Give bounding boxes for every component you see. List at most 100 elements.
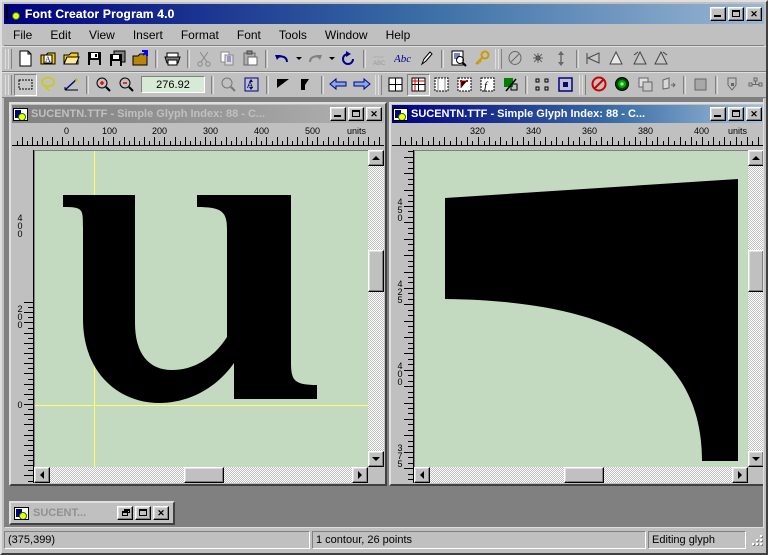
minimized-window-restore[interactable]: [117, 506, 133, 520]
scroll-right-button[interactable]: [732, 467, 748, 483]
install-font-icon[interactable]: [129, 48, 152, 70]
glyph-window-right-maximize[interactable]: [728, 107, 744, 121]
show-guides-icon[interactable]: [407, 73, 430, 96]
stretch-icon[interactable]: [550, 48, 573, 70]
toolbar-grip[interactable]: [5, 48, 12, 69]
open-font-icon[interactable]: A: [37, 48, 60, 70]
scroll-left-button[interactable]: [414, 467, 430, 483]
open-folder-icon[interactable]: [60, 48, 83, 70]
copy-icon[interactable]: [216, 48, 239, 70]
connect-points-icon[interactable]: [744, 74, 767, 96]
horizontal-ruler-right[interactable]: 320 340 360 380 400 units: [392, 124, 763, 150]
spelling-icon[interactable]: ~~~ ABC: [369, 48, 392, 70]
menu-item-tools[interactable]: Tools: [270, 26, 316, 44]
menu-item-format[interactable]: Format: [172, 26, 228, 44]
vertical-ruler-right[interactable]: 450 425 400 375: [392, 150, 414, 483]
eraser-icon[interactable]: [504, 48, 527, 70]
vertical-ruler-left[interactable]: 400 200 0: [12, 150, 34, 483]
rotate-left-icon[interactable]: [628, 48, 651, 70]
show-points-icon[interactable]: [453, 74, 476, 96]
scroll-down-button[interactable]: [368, 451, 384, 467]
new-icon[interactable]: [14, 48, 37, 70]
no-snap-icon[interactable]: [588, 74, 611, 96]
solid-fill-icon[interactable]: [689, 74, 712, 96]
next-glyph-icon[interactable]: [350, 74, 373, 96]
abc-icon[interactable]: Abc: [392, 48, 415, 70]
select-tool-icon[interactable]: [14, 73, 37, 96]
vertical-scrollbar-left[interactable]: [368, 150, 384, 467]
glyph-window-left[interactable]: SUCENTN.TTF - Simple Glyph Index: 88 - C…: [9, 102, 387, 486]
glyph-toolbar-grip[interactable]: [5, 74, 12, 95]
minimized-window-maximize[interactable]: [135, 506, 151, 520]
menu-item-insert[interactable]: Insert: [124, 26, 172, 44]
horizontal-scroll-thumb[interactable]: [564, 467, 604, 483]
minimize-button[interactable]: [710, 7, 726, 21]
zoom-tool-icon[interactable]: [217, 74, 240, 96]
transform-icon[interactable]: [527, 48, 550, 70]
glyph-window-left-close[interactable]: ✕: [366, 107, 382, 121]
undo-dropdown-arrow[interactable]: [294, 48, 304, 70]
menu-item-file[interactable]: File: [4, 26, 41, 44]
preview-icon[interactable]: [447, 48, 470, 70]
glyph-window-right-minimize[interactable]: [710, 107, 726, 121]
glyph-canvas-left[interactable]: [34, 150, 368, 467]
glyph-window-left-minimize[interactable]: [330, 107, 346, 121]
cut-icon[interactable]: [193, 48, 216, 70]
vertical-scroll-thumb[interactable]: [368, 250, 384, 292]
save-icon[interactable]: [83, 48, 106, 70]
horizontal-scrollbar-right[interactable]: [414, 467, 748, 483]
key-icon[interactable]: [470, 48, 493, 70]
menu-item-help[interactable]: Help: [377, 26, 420, 44]
glyph-window-left-titlebar[interactable]: SUCENTN.TTF - Simple Glyph Index: 88 - C…: [12, 105, 384, 123]
maximize-button[interactable]: [728, 7, 744, 21]
scroll-up-button[interactable]: [368, 150, 384, 166]
close-button[interactable]: ✕: [746, 7, 762, 21]
show-outline-icon[interactable]: f: [476, 74, 499, 96]
scroll-down-button[interactable]: [748, 451, 763, 467]
fit-window-icon[interactable]: A: [240, 74, 263, 96]
flip-horizontal-icon[interactable]: [582, 48, 605, 70]
glyph-window-right-titlebar[interactable]: SUCENTN.TTF - Simple Glyph Index: 88 - C…: [392, 105, 763, 123]
scroll-up-button[interactable]: [748, 150, 763, 166]
view-toolbar-grip[interactable]: [375, 74, 382, 95]
previous-glyph-icon[interactable]: [327, 74, 350, 96]
minimized-window-close[interactable]: ✕: [153, 506, 169, 520]
glyph-window-left-maximize[interactable]: [348, 107, 364, 121]
menu-item-window[interactable]: Window: [316, 26, 377, 44]
menu-item-edit[interactable]: Edit: [41, 26, 80, 44]
show-grid-icon[interactable]: [384, 74, 407, 96]
refresh-icon[interactable]: [337, 48, 360, 70]
rotate-right-icon[interactable]: [651, 48, 674, 70]
horizontal-ruler-left[interactable]: 0 100 200 300 400 500 units: [12, 124, 384, 150]
vertical-scrollbar-right[interactable]: [748, 150, 763, 467]
menu-item-view[interactable]: View: [80, 26, 124, 44]
glyph-window-right-close[interactable]: ✕: [746, 107, 762, 121]
paste-icon[interactable]: [239, 48, 262, 70]
save-all-icon[interactable]: [106, 48, 129, 70]
scroll-right-button[interactable]: [352, 467, 368, 483]
snap-grid-icon[interactable]: [611, 74, 634, 96]
resize-grip[interactable]: [750, 533, 764, 547]
zoom-level-field[interactable]: 276.92: [141, 76, 205, 93]
show-fill-icon[interactable]: [499, 74, 522, 96]
undo-icon[interactable]: [271, 48, 294, 70]
show-metrics-icon[interactable]: [430, 74, 453, 96]
zoom-out-icon[interactable]: [115, 74, 138, 96]
add-point-icon[interactable]: [721, 74, 744, 96]
glyph-window-minimized[interactable]: SUCENT... ✕: [9, 501, 175, 525]
export-icon[interactable]: [657, 74, 680, 96]
print-icon[interactable]: [161, 48, 184, 70]
show-bbox-icon[interactable]: [554, 74, 577, 96]
glyph-canvas-right[interactable]: [414, 150, 748, 467]
snap-toolbar-grip[interactable]: [579, 74, 586, 95]
menu-item-font[interactable]: Font: [228, 26, 270, 44]
fill-contour-icon[interactable]: [272, 74, 295, 96]
split-contour-icon[interactable]: [295, 74, 318, 96]
redo-icon[interactable]: [304, 48, 327, 70]
horizontal-scrollbar-left[interactable]: [34, 467, 368, 483]
toolbar-grip-2[interactable]: [495, 48, 502, 69]
measure-tool-icon[interactable]: [60, 74, 83, 96]
pen-icon[interactable]: [415, 48, 438, 70]
duplicate-icon[interactable]: [634, 74, 657, 96]
zoom-in-icon[interactable]: [92, 74, 115, 96]
